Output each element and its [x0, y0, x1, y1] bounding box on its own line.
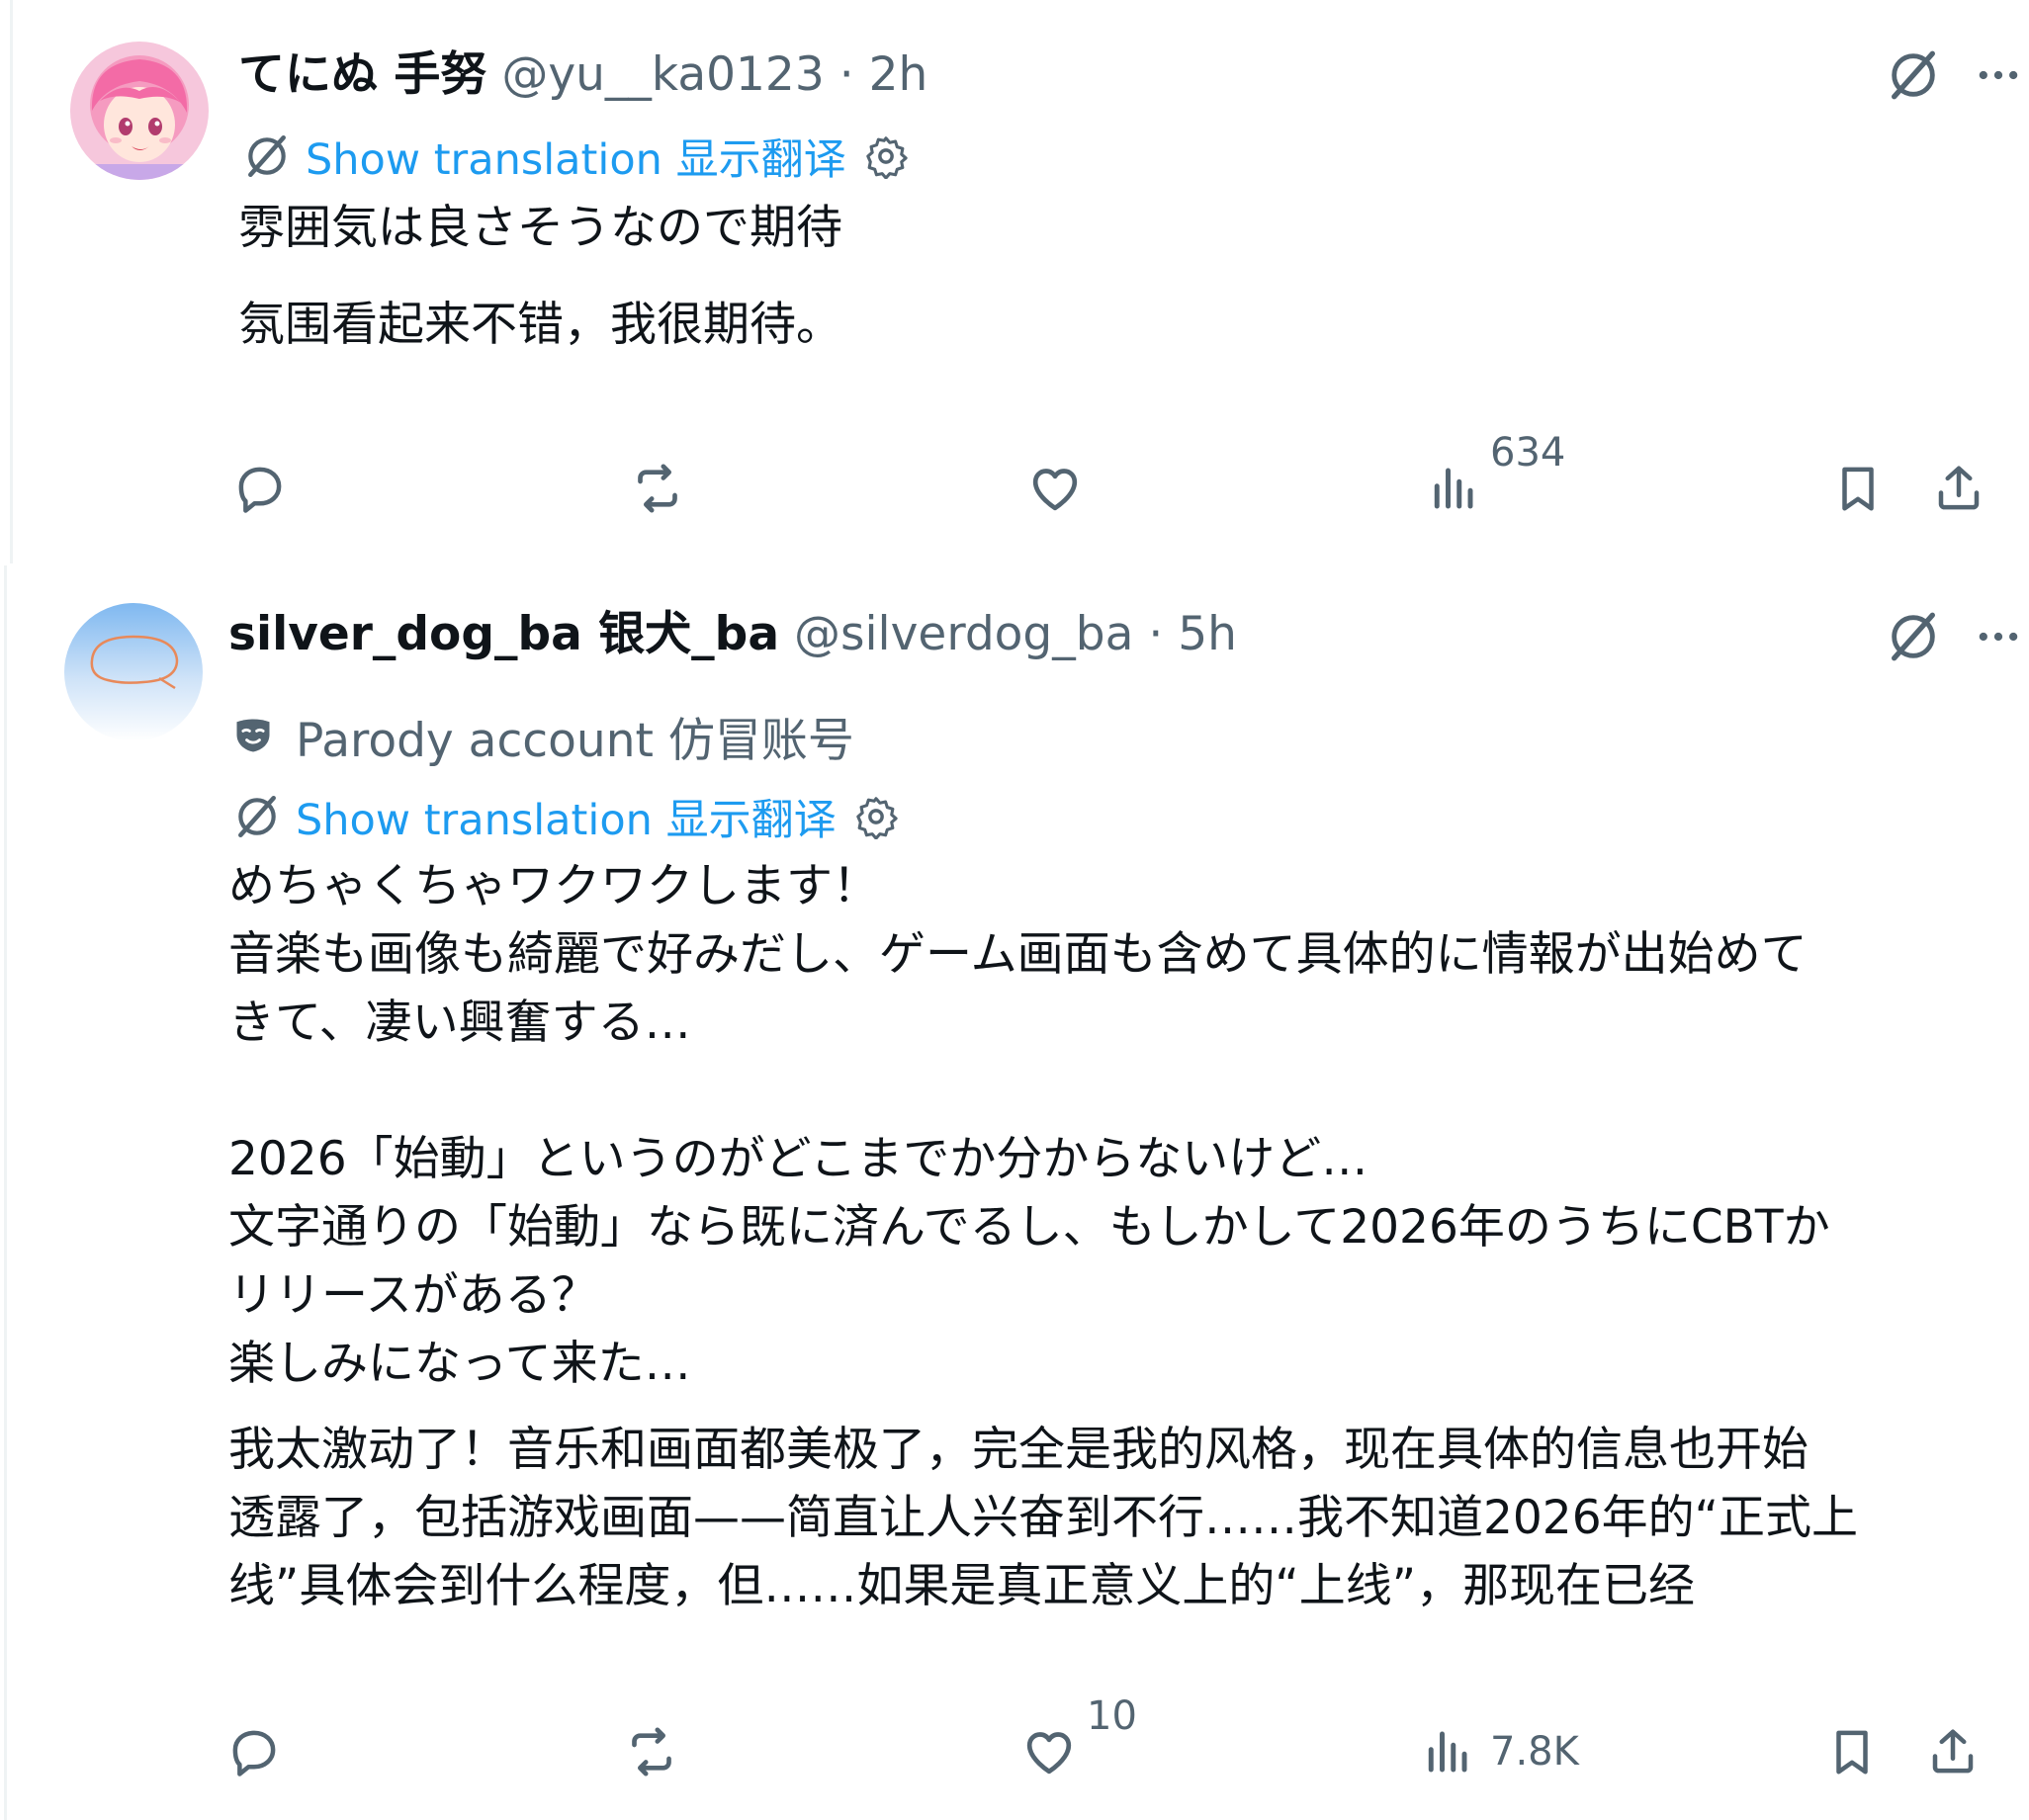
mask-icon	[228, 711, 278, 760]
retweet-icon	[626, 457, 689, 520]
translate-icon	[228, 788, 286, 845]
tweet-header: silver_dog_ba 银犬_ba @silverdog_ba · 5h	[228, 603, 1237, 666]
grok-slash-icon[interactable]	[1882, 605, 1945, 668]
analytics-icon	[1415, 1720, 1478, 1783]
tweet-original-text: めちゃくちゃワクワクします！ 音楽も画像も綺麗で好みだし、ゲーム画面も含めて具体…	[228, 859, 1830, 1391]
user-handle[interactable]: @yu__ka0123	[501, 47, 824, 102]
translate-icon	[238, 128, 296, 185]
tweet-translated-text: 我太激动了！音乐和画面都美极了，完全是我的风格，现在具体的信息也开始 透露了，包…	[228, 1423, 1858, 1613]
retweet-button[interactable]	[626, 457, 689, 520]
heart-icon	[1017, 1720, 1081, 1783]
gear-icon[interactable]	[848, 789, 904, 844]
more-dots-icon[interactable]	[1967, 605, 2029, 668]
more-dots-icon[interactable]	[1967, 43, 2029, 107]
gear-icon[interactable]	[858, 129, 914, 184]
bookmark-icon	[1826, 457, 1890, 520]
views-button[interactable]: 7.8K	[1415, 1720, 1579, 1783]
like-count: 10	[1087, 1693, 1137, 1739]
reply-button[interactable]	[228, 457, 292, 520]
share-icon	[1921, 1720, 1985, 1783]
show-translation-label[interactable]: Show translation 显示翻译	[306, 126, 846, 187]
tweet-top-actions	[1860, 43, 2029, 107]
tweet-header: てにぬ 手努 @yu__ka0123 · 2h	[238, 43, 927, 107]
avatar-doodle-image	[64, 603, 203, 741]
display-name[interactable]: てにぬ 手努	[238, 47, 486, 102]
retweet-icon	[620, 1720, 683, 1783]
show-translation-label[interactable]: Show translation 显示翻译	[296, 786, 837, 847]
reply-icon	[228, 457, 292, 520]
parody-account-label: Parody account 仿冒账号	[296, 713, 854, 768]
analytics-icon	[1421, 457, 1484, 520]
view-count: 634	[1490, 430, 1566, 476]
separator-dot: ·	[838, 47, 854, 102]
bookmark-icon	[1820, 1720, 1884, 1783]
tweet-1[interactable]: てにぬ 手努 @yu__ka0123 · 2h Show translation…	[10, 0, 2029, 563]
tweet-action-bar: 634	[13, 430, 2029, 536]
bookmark-button[interactable]	[1820, 1720, 1884, 1783]
user-handle[interactable]: @silverdog_ba	[794, 607, 1133, 661]
display-name[interactable]: silver_dog_ba 银犬_ba	[228, 607, 779, 661]
reply-icon	[222, 1720, 286, 1783]
avatar[interactable]	[64, 603, 203, 741]
tweet-translated-text: 氛围看起来不错，我很期待。	[238, 298, 842, 352]
show-translation-link[interactable]: Show translation 显示翻译	[228, 785, 904, 848]
share-icon	[1927, 457, 1990, 520]
avatar-anime-girl-image	[70, 42, 209, 180]
post-time[interactable]: 5h	[1178, 607, 1237, 661]
tweet-top-actions	[1860, 605, 2029, 668]
separator-dot: ·	[1148, 607, 1164, 661]
tweet-original-text: 雰囲気は良さそうなので期待	[238, 201, 842, 255]
grok-slash-icon[interactable]	[1882, 43, 1945, 107]
avatar[interactable]	[70, 42, 209, 180]
tweet-2[interactable]: silver_dog_ba 银犬_ba @silverdog_ba · 5h P…	[4, 565, 2029, 1820]
view-count: 7.8K	[1490, 1729, 1579, 1775]
heart-icon	[1023, 457, 1087, 520]
retweet-button[interactable]	[620, 1720, 683, 1783]
share-button[interactable]	[1921, 1720, 1985, 1783]
views-button[interactable]: 634	[1421, 430, 1565, 520]
reply-button[interactable]	[222, 1720, 286, 1783]
like-button[interactable]	[1023, 457, 1087, 520]
post-time[interactable]: 2h	[869, 47, 928, 102]
share-button[interactable]	[1927, 457, 1990, 520]
show-translation-link[interactable]: Show translation 显示翻译	[238, 125, 914, 188]
parody-account-badge[interactable]: Parody account 仿冒账号	[228, 704, 854, 768]
tweet-action-bar: 10 7.8K	[7, 1693, 2029, 1799]
bookmark-button[interactable]	[1826, 457, 1890, 520]
like-button[interactable]: 10	[1017, 1693, 1137, 1783]
